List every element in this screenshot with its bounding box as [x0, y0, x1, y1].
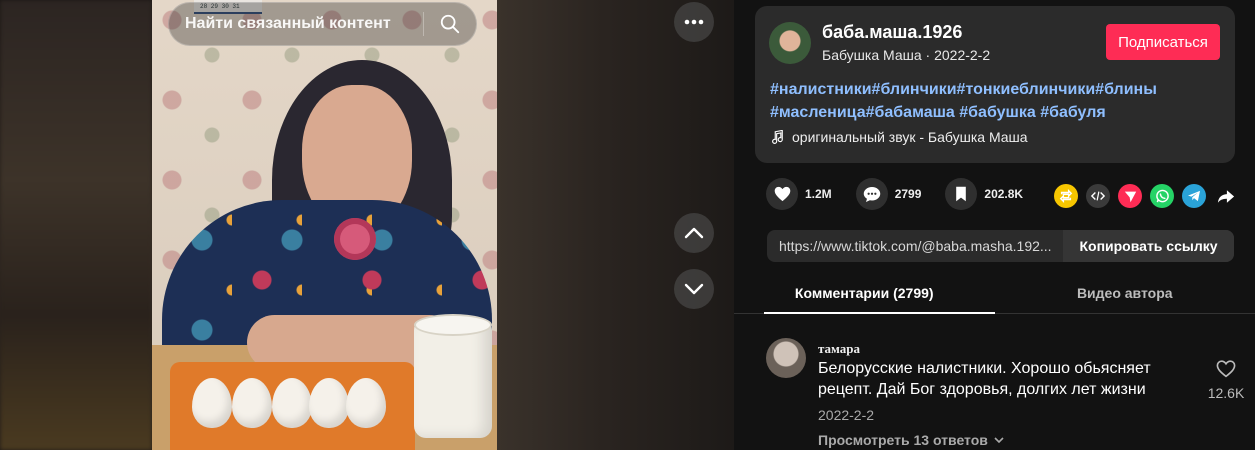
comment-text: Белорусские налистники. Хорошо обьясняет… [818, 360, 1151, 398]
comment-bubble-icon [863, 186, 880, 202]
whatsapp-icon[interactable] [1150, 184, 1174, 208]
video-hashtags[interactable]: #налистники#блинчики#тонкиеблинчики#блин… [770, 78, 1220, 124]
follow-button[interactable]: Подписаться [1106, 24, 1220, 60]
more-options-button[interactable] [674, 2, 714, 42]
search-button[interactable] [424, 2, 476, 46]
milk-jar-top [414, 314, 492, 336]
author-card: баба.маша.1926 Бабушка Маша · 2022-2-2 П… [755, 6, 1235, 163]
comment-date: 2022-2-2 [818, 407, 875, 423]
send-icon[interactable] [1118, 184, 1142, 208]
share-icons-row [1054, 184, 1238, 208]
related-search-input[interactable] [169, 15, 423, 33]
telegram-icon[interactable] [1182, 184, 1206, 208]
comment-button[interactable] [855, 178, 888, 210]
comment-like-button[interactable]: 12.6K [1202, 360, 1250, 401]
egg [232, 378, 272, 428]
share-arrow-glyph [1217, 189, 1235, 203]
repost-icon[interactable] [1054, 184, 1078, 208]
view-replies-button[interactable]: Просмотреть 13 ответов [818, 432, 1004, 448]
blurred-background-left [0, 0, 152, 450]
like-action[interactable]: 1.2M [766, 178, 832, 210]
view-replies-label: Просмотреть 13 ответов [818, 432, 988, 448]
copy-link-button[interactable]: Копировать ссылку [1063, 230, 1234, 262]
bookmark-icon [956, 186, 967, 202]
author-avatar[interactable] [769, 22, 811, 64]
share-arrow-icon[interactable] [1214, 184, 1238, 208]
music-note-icon [772, 130, 783, 144]
panel-tabs: Комментарии (2799) Видео автора [734, 272, 1255, 314]
next-video-button[interactable] [674, 269, 714, 309]
search-icon [440, 14, 460, 34]
whatsapp-glyph [1155, 189, 1169, 202]
tab-author-videos[interactable]: Видео автора [995, 272, 1255, 313]
egg [272, 378, 312, 428]
save-count: 202.8K [984, 187, 1024, 201]
commenter-avatar[interactable] [766, 338, 806, 378]
comment-action[interactable]: 2799 [855, 178, 922, 210]
sound-label: оригинальный звук - Бабушка Маша [792, 129, 1028, 145]
commenter-name[interactable]: тамара [818, 341, 860, 357]
milk-jar [414, 318, 492, 438]
embed-glyph [1091, 191, 1105, 201]
author-username[interactable]: баба.маша.1926 [822, 22, 962, 43]
video-player[interactable]: 28 29 30 31 [152, 0, 497, 450]
previous-video-button[interactable] [674, 213, 714, 253]
chevron-up-icon [684, 227, 704, 239]
save-action[interactable]: 202.8K [945, 178, 1023, 210]
dress-flower [334, 218, 376, 260]
heart-icon [774, 186, 790, 202]
related-search-box[interactable] [168, 2, 477, 46]
comment-item: тамара Белорусские налистники. Хорошо об… [764, 336, 1254, 450]
like-button[interactable] [766, 178, 798, 210]
video-url[interactable]: https://www.tiktok.com/@baba.masha.192..… [767, 230, 1063, 262]
chevron-down-icon [994, 436, 1004, 443]
chevron-down-icon [684, 283, 704, 295]
save-button[interactable] [945, 178, 978, 210]
action-bar: 1.2M 2799 202.8K [766, 178, 1047, 210]
video-area[interactable]: 28 29 30 31 [0, 0, 734, 450]
details-panel: баба.маша.1926 Бабушка Маша · 2022-2-2 П… [734, 0, 1255, 450]
embed-icon[interactable] [1086, 184, 1110, 208]
tab-comments[interactable]: Комментарии (2799) [734, 272, 995, 314]
egg [309, 378, 349, 428]
comment-count: 2799 [894, 187, 922, 201]
video-link-row: https://www.tiktok.com/@baba.masha.192..… [767, 230, 1234, 262]
repost-glyph [1059, 189, 1073, 203]
sound-link[interactable]: оригинальный звук - Бабушка Маша [770, 129, 1028, 145]
like-count: 1.2M [805, 187, 832, 201]
heart-outline-icon [1216, 360, 1236, 378]
telegram-glyph [1188, 190, 1200, 202]
egg [346, 378, 386, 428]
author-subline: Бабушка Маша · 2022-2-2 [822, 47, 991, 63]
comment-like-count: 12.6K [1207, 385, 1245, 401]
more-dots-icon [684, 19, 704, 25]
send-glyph [1124, 191, 1136, 202]
egg [192, 378, 232, 428]
